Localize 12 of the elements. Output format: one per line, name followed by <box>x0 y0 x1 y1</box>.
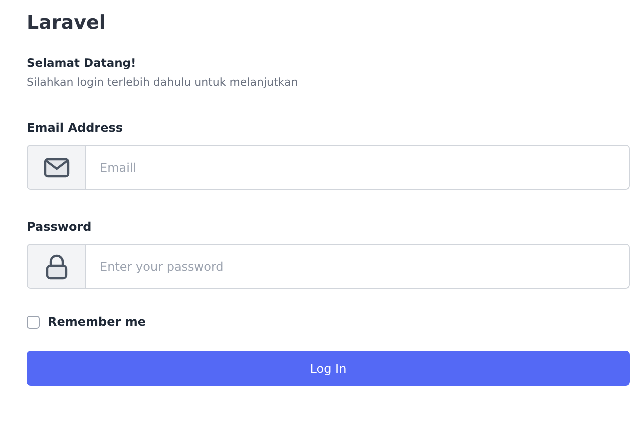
remember-checkbox[interactable] <box>27 316 40 328</box>
subtitle-text: Silahkan login terlebih dahulu untuk melanjutkan <box>27 76 300 89</box>
app-title: Laravel <box>27 12 107 34</box>
remember-label: Remember me <box>48 315 146 329</box>
lock-icon <box>46 254 68 280</box>
input-field[interactable]: Enter your password <box>27 244 630 289</box>
field-label: Email Address <box>27 121 124 135</box>
greeting-heading: Selamat Datang! <box>27 56 138 70</box>
input-field[interactable]: Emaill <box>27 145 630 190</box>
envelope-icon <box>44 158 70 178</box>
login-button[interactable]: Log In <box>27 351 630 386</box>
field-label: Password <box>27 220 93 234</box>
